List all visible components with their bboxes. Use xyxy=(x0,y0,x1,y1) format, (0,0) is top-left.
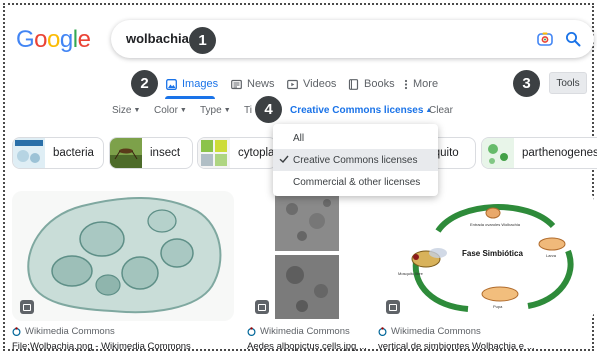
logo-letter: e xyxy=(77,26,91,53)
tab-news-label: News xyxy=(247,78,275,90)
image-icon xyxy=(166,78,177,90)
logo-letter: g xyxy=(59,26,73,53)
license-dropdown-menu: All Creative Commons licenses Commercial… xyxy=(273,124,438,196)
annotation-badge-3: 3 xyxy=(513,70,540,97)
image-type-icon xyxy=(20,300,34,314)
search-icon[interactable] xyxy=(565,31,581,47)
chip-label: bacteria xyxy=(53,147,94,159)
active-tab-indicator xyxy=(165,96,215,99)
tab-images[interactable]: Images xyxy=(166,76,218,92)
google-logo[interactable]: Google xyxy=(16,26,91,54)
time-filter-label: Ti xyxy=(244,105,252,116)
chip-label: cytoplas xyxy=(238,147,277,159)
diagram-center-label: Fase Simbiótica xyxy=(462,249,523,258)
logo-letter: o xyxy=(47,26,60,53)
license-filter-label: Creative Commons licenses xyxy=(290,105,424,116)
time-filter[interactable]: Ti xyxy=(244,105,252,116)
result-title-3[interactable]: vertical de simbiontes Wolbachia e ... xyxy=(378,341,592,352)
chip-label: insect xyxy=(150,147,181,159)
caret-down-icon: ▼ xyxy=(223,107,231,114)
diagram-label-left: Mosquito libre xyxy=(398,271,423,276)
chip-parthenogenesis[interactable]: parthenogenesis xyxy=(481,137,597,169)
result-image-3[interactable]: Fase Simbiótica Entrada ovaroles Wolbach… xyxy=(378,191,594,321)
image-type-icon xyxy=(386,300,400,314)
logo-letter: o xyxy=(34,26,48,53)
tab-books[interactable]: Books xyxy=(348,76,395,92)
chip-insect[interactable]: insect xyxy=(109,137,193,169)
diagram-label-top: Entrada ovaroles Wolbachia xyxy=(470,222,520,227)
chip-thumbnail xyxy=(482,138,514,168)
color-filter[interactable]: Color ▼ xyxy=(154,105,187,116)
search-query[interactable]: wolbachia xyxy=(126,31,189,46)
wikimedia-icon xyxy=(12,327,21,336)
diagram-label-right: Larva xyxy=(546,253,557,258)
chip-cytoplasm[interactable]: cytoplas xyxy=(197,137,277,169)
type-filter[interactable]: Type ▼ xyxy=(200,105,231,116)
license-option-label: Creative Commons licenses xyxy=(293,154,418,166)
size-filter-label: Size xyxy=(112,105,132,116)
result-source-2[interactable]: Wikimedia Commons xyxy=(247,326,350,337)
tab-news[interactable]: News xyxy=(231,76,275,92)
tab-more[interactable]: More xyxy=(404,76,438,92)
annotation-badge-4: 4 xyxy=(255,96,282,123)
camera-icon[interactable] xyxy=(537,31,553,47)
result-title-2[interactable]: Aedes albopictus cells.jpg ... xyxy=(247,341,367,352)
result-source-label: Wikimedia Commons xyxy=(260,326,350,337)
result-source-label: Wikimedia Commons xyxy=(391,326,481,337)
tab-books-label: Books xyxy=(364,78,395,90)
tab-videos-label: Videos xyxy=(303,78,337,90)
chip-thumbnail xyxy=(110,138,142,168)
caret-down-icon: ▼ xyxy=(133,107,141,114)
newspaper-icon xyxy=(231,79,242,89)
result-source-3[interactable]: Wikimedia Commons xyxy=(378,326,481,337)
license-filter[interactable]: Creative Commons licenses ▲ xyxy=(290,105,432,116)
annotation-badge-2: 2 xyxy=(131,70,158,97)
color-filter-label: Color xyxy=(154,105,178,116)
chip-label: parthenogenesis xyxy=(522,147,597,159)
wikimedia-icon xyxy=(378,327,387,336)
result-source-label: Wikimedia Commons xyxy=(25,326,115,337)
diagram-label-bottom: Pupa xyxy=(493,304,503,309)
result-source-1[interactable]: Wikimedia Commons xyxy=(12,326,115,337)
wikimedia-icon xyxy=(247,327,256,336)
caret-down-icon: ▼ xyxy=(179,107,187,114)
book-icon xyxy=(348,78,359,90)
more-vert-icon xyxy=(404,79,408,89)
clear-filter[interactable]: Clear xyxy=(429,105,453,116)
video-icon xyxy=(287,79,298,89)
annotation-badge-1: 1 xyxy=(189,27,216,54)
result-image-1[interactable] xyxy=(12,191,234,321)
size-filter[interactable]: Size ▼ xyxy=(112,105,140,116)
chip-thumbnail xyxy=(13,138,45,168)
tab-videos[interactable]: Videos xyxy=(287,76,336,92)
result-thumbnail-wolbachia-cells xyxy=(27,197,222,314)
tab-more-label: More xyxy=(413,78,439,90)
clear-filter-label: Clear xyxy=(429,105,453,116)
chip-bacteria[interactable]: bacteria xyxy=(12,137,104,169)
tab-images-label: Images xyxy=(182,78,219,90)
license-option-commercial[interactable]: Commercial & other licenses xyxy=(273,171,438,193)
type-filter-label: Type xyxy=(200,105,222,116)
license-option-all[interactable]: All xyxy=(273,127,438,149)
logo-letter: G xyxy=(16,26,35,53)
tools-button[interactable]: Tools xyxy=(549,72,587,94)
license-option-creative-commons[interactable]: Creative Commons licenses xyxy=(273,149,438,171)
chip-thumbnail xyxy=(198,138,230,168)
checkmark-icon xyxy=(279,155,289,164)
result-title-1[interactable]: File:Wolbachia.png - Wikimedia Commons xyxy=(12,341,236,352)
image-type-icon xyxy=(255,300,269,314)
